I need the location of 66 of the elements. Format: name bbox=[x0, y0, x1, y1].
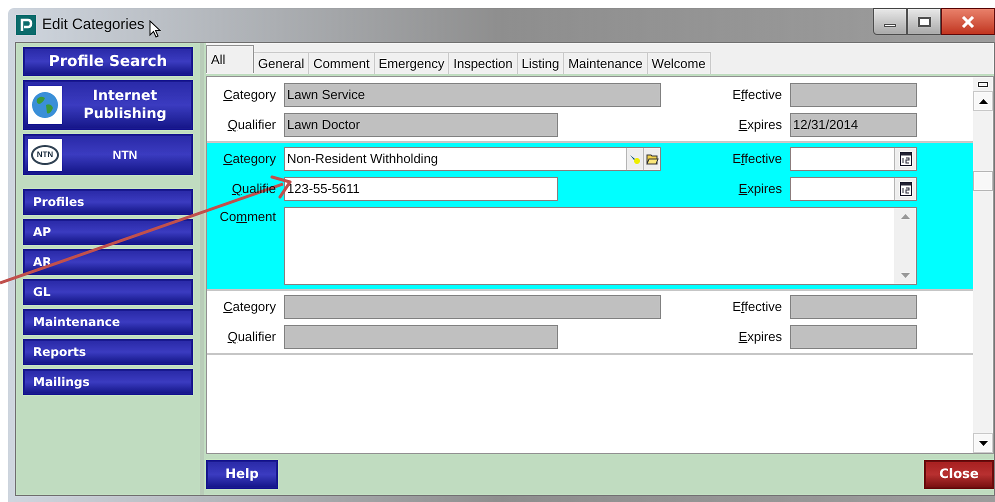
profile-search-button[interactable]: Profile Search bbox=[23, 47, 193, 76]
category-field[interactable]: Lawn Service bbox=[284, 83, 661, 107]
close-icon bbox=[961, 16, 975, 28]
tab[interactable]: Comment bbox=[309, 52, 375, 74]
maximize-button[interactable] bbox=[907, 8, 941, 35]
tab[interactable]: Inspection bbox=[449, 52, 518, 74]
expires-label: Expires bbox=[738, 328, 782, 346]
category-field[interactable] bbox=[284, 295, 661, 319]
tab[interactable]: Welcome bbox=[648, 52, 711, 74]
scrollbar[interactable] bbox=[894, 208, 916, 284]
scroll-down-icon[interactable] bbox=[900, 273, 910, 278]
expires-label: Expires bbox=[738, 116, 782, 134]
scrollbar[interactable] bbox=[973, 77, 993, 453]
category-label: Category bbox=[223, 150, 276, 168]
ntn-logo: NTN bbox=[28, 138, 62, 170]
expires-label: Expires bbox=[738, 180, 782, 198]
effective-label: Effective bbox=[732, 298, 782, 316]
internet-publishing-button[interactable]: Internet Publishing bbox=[23, 80, 193, 130]
category-label: Category bbox=[223, 86, 276, 104]
nav-button[interactable]: AR bbox=[23, 249, 193, 275]
qualifier-field[interactable]: Lawn Doctor bbox=[284, 113, 558, 137]
close-window-button[interactable] bbox=[941, 8, 995, 35]
category-label: Category bbox=[223, 298, 276, 316]
effective-label: Effective bbox=[732, 150, 782, 168]
minimize-button[interactable] bbox=[873, 8, 907, 35]
scroll-up-icon[interactable] bbox=[900, 214, 910, 219]
close-button[interactable]: Close bbox=[924, 460, 994, 489]
folder-icon[interactable] bbox=[643, 148, 660, 170]
tab[interactable]: Listing bbox=[518, 52, 564, 74]
tab[interactable]: All bbox=[206, 45, 254, 73]
qualifier-field[interactable] bbox=[284, 325, 558, 349]
comment-field[interactable] bbox=[284, 207, 917, 285]
expires-field[interactable] bbox=[790, 177, 917, 201]
globe-icon bbox=[28, 86, 62, 124]
nav-button[interactable]: GL bbox=[23, 279, 193, 305]
qualifier-label: Qualifier bbox=[228, 116, 276, 134]
ntn-button[interactable]: NTN NTN bbox=[23, 134, 193, 175]
cursor-icon bbox=[148, 20, 161, 38]
expires-field[interactable]: 12/31/2014 bbox=[790, 113, 917, 137]
effective-label: Effective bbox=[732, 86, 782, 104]
effective-field[interactable] bbox=[790, 83, 917, 107]
effective-field[interactable] bbox=[790, 147, 917, 171]
qualifier-label: Qualifier bbox=[228, 328, 276, 346]
app-logo-icon bbox=[16, 15, 36, 35]
calendar-icon[interactable] bbox=[894, 178, 916, 200]
up-arrow-icon bbox=[978, 98, 988, 104]
nav-button[interactable]: AP bbox=[23, 219, 193, 245]
calendar-icon[interactable] bbox=[894, 148, 916, 170]
qualifier-field[interactable]: 123-55-5611 bbox=[284, 177, 558, 201]
comment-label: Comment bbox=[220, 208, 276, 226]
nav-button[interactable]: Maintenance bbox=[23, 309, 193, 335]
nav-button[interactable]: Mailings bbox=[23, 369, 193, 395]
scroll-up-button[interactable] bbox=[973, 91, 993, 111]
nav-button[interactable]: Profiles bbox=[23, 189, 193, 215]
tab[interactable]: Emergency bbox=[374, 52, 450, 74]
down-arrow-icon bbox=[978, 440, 988, 446]
effective-field[interactable] bbox=[790, 295, 917, 319]
help-button[interactable]: Help bbox=[206, 460, 278, 489]
scroll-down-button[interactable] bbox=[973, 433, 993, 453]
tab[interactable]: General bbox=[254, 52, 310, 74]
category-field[interactable]: Non-Resident Withholding bbox=[284, 147, 661, 171]
scroll-thumb[interactable] bbox=[973, 171, 993, 191]
window-title: Edit Categories bbox=[42, 14, 145, 35]
expires-field[interactable] bbox=[790, 325, 917, 349]
nav-button[interactable]: Reports bbox=[23, 339, 193, 365]
tab[interactable]: Maintenance bbox=[564, 52, 648, 74]
